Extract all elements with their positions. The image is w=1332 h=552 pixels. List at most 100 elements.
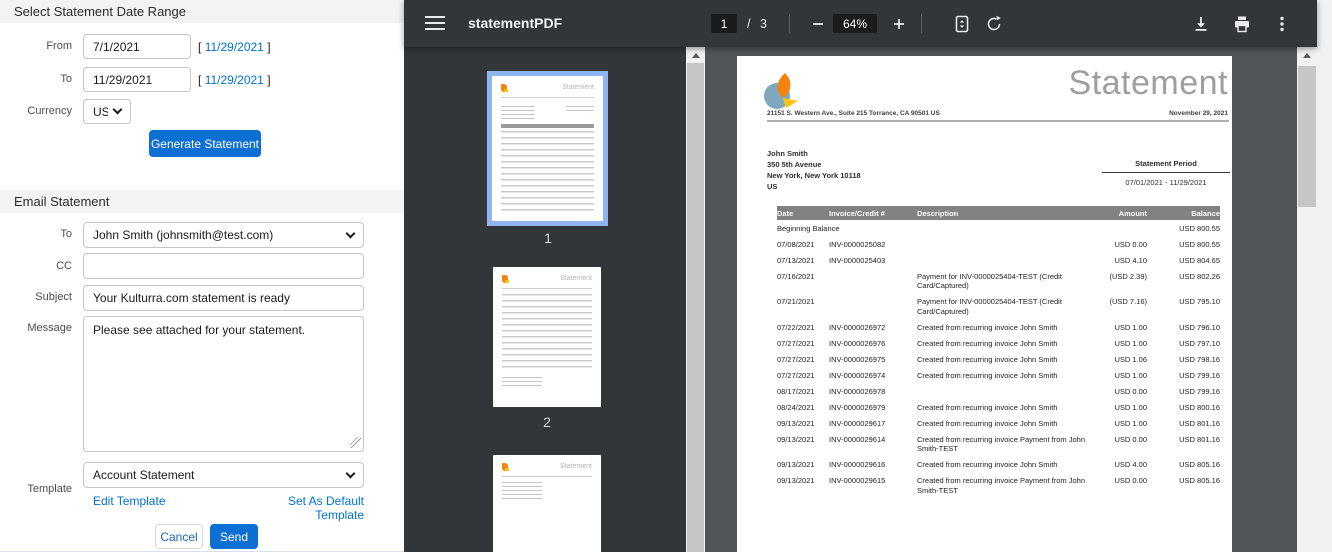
thumbnail-label-1: 1 — [544, 230, 552, 246]
subject-label: Subject — [35, 291, 72, 303]
email-section-header: Email Statement — [0, 190, 404, 213]
from-date-shortcut-link[interactable]: 11/29/2021 — [205, 40, 264, 54]
header-divider — [767, 120, 1229, 122]
zoom-out-button[interactable] — [806, 12, 830, 36]
menu-icon[interactable] — [425, 16, 445, 30]
mini-logo-icon — [502, 463, 509, 471]
download-icon[interactable] — [1189, 12, 1213, 36]
page-number-input[interactable]: 1 — [711, 14, 737, 33]
col-balance: Balance — [1147, 206, 1220, 220]
company-address: 21151 S. Western Ave., Suite 215 Torranc… — [767, 110, 940, 117]
document-area: 21151 S. Western Ave., Suite 215 Torranc… — [705, 47, 1297, 552]
scroll-up-arrow[interactable] — [686, 47, 705, 63]
pdf-toolbar: statementPDF 1 / 3 64% — [404, 0, 1317, 47]
statement-date: November 29, 2021 — [1169, 110, 1228, 117]
mini-statement-title: Statement — [562, 84, 594, 91]
print-icon[interactable] — [1230, 12, 1254, 36]
from-date-input[interactable] — [83, 34, 191, 59]
table-row: 07/22/2021 INV-0000026972 Created from rec… — [777, 322, 1220, 332]
window-edge-strip — [1317, 0, 1332, 552]
statement-period-label: Statement Period — [1102, 159, 1230, 173]
more-options-icon[interactable] — [1270, 12, 1294, 36]
currency-label: Currency — [27, 105, 72, 117]
table-row: 08/17/2021 INV-0000026978 USD 0.00 USD 799.… — [777, 386, 1220, 396]
company-logo — [764, 73, 798, 109]
col-date: Date — [777, 206, 829, 220]
thumbnail-page-3[interactable]: Statement — [493, 455, 601, 552]
scrollbar-thumb[interactable] — [687, 63, 704, 552]
pdf-viewer: statementPDF 1 / 3 64% Statement 1 State… — [404, 0, 1317, 552]
statement-form-panel: Select Statement Date Range From [ 11/29… — [0, 0, 404, 552]
date-range-section-header: Select Statement Date Range — [0, 0, 404, 23]
to-label: To — [60, 73, 72, 85]
statement-table: Date Invoice/Credit # Description Amount… — [777, 206, 1220, 498]
send-button[interactable]: Send — [210, 524, 258, 549]
chevron-down-icon — [112, 104, 123, 115]
table-row: 08/24/2021 INV-0000026979 Created from rec… — [777, 402, 1220, 412]
table-row: 07/21/2021 Payment for INV-0000025404-TES… — [777, 297, 1220, 316]
document-title: Statement — [1068, 64, 1228, 102]
mini-logo-icon — [502, 275, 509, 283]
cancel-button[interactable]: Cancel — [155, 524, 203, 549]
date-range-title: Select Statement Date Range — [14, 4, 186, 19]
mini-statement-title: Statement — [560, 463, 592, 470]
textarea-resize-handle[interactable] — [350, 437, 361, 448]
currency-select[interactable]: USD — [83, 99, 131, 124]
edit-template-link[interactable]: Edit Template — [93, 494, 166, 508]
table-row: 07/27/2021 INV-0000026975 Created from rec… — [777, 354, 1220, 364]
chevron-down-icon — [345, 228, 356, 238]
statement-period: Statement Period 07/01/2021 - 11/29/2021 — [1102, 159, 1230, 187]
to-date-shortcut: [ 11/29/2021 ] — [198, 73, 271, 87]
statement-table-rows: Beginning Balance USD 800.55 07/08/2021 INV… — [777, 220, 1220, 498]
statement-page: 21151 S. Western Ave., Suite 215 Torranc… — [737, 56, 1232, 552]
page-separator: / — [747, 17, 751, 31]
table-row: 07/16/2021 Payment for INV-0000025404-TES… — [777, 271, 1220, 291]
document-scrollbar — [1297, 47, 1317, 552]
thumbnail-page-1[interactable]: Statement — [487, 71, 608, 226]
zoom-in-button[interactable] — [887, 12, 911, 36]
from-date-shortcut: [ 11/29/2021 ] — [198, 40, 271, 54]
cc-input[interactable] — [83, 253, 364, 279]
table-row: 09/13/2021 INV-0000029614 Created from rec… — [777, 434, 1220, 454]
template-select[interactable]: Account Statement — [83, 462, 364, 488]
recipient-block: John Smith 350 5th Avenue New York, New … — [767, 149, 861, 191]
table-row: 07/08/2021 INV-0000025082 USD 0.00 USD 800.… — [777, 239, 1220, 249]
table-row: 07/27/2021 INV-0000026974 Created from rec… — [777, 370, 1220, 380]
table-row: 09/13/2021 INV-0000029615 Created from rec… — [777, 476, 1220, 495]
table-row: 07/13/2021 INV-0000025403 USD 4.10 USD 804.… — [777, 255, 1220, 265]
table-row: Beginning Balance USD 800.55 — [777, 223, 1220, 233]
statement-period-value: 07/01/2021 - 11/29/2021 — [1125, 178, 1207, 187]
from-label: From — [46, 40, 72, 52]
col-amount: Amount — [1085, 206, 1147, 220]
set-default-template-link[interactable]: Set As Default Template — [240, 494, 364, 522]
thumbnail-label-2: 2 — [543, 414, 551, 430]
rotate-button[interactable] — [982, 12, 1006, 36]
scroll-up-arrow[interactable] — [1297, 47, 1317, 64]
col-invoice: Invoice/Credit # — [829, 206, 917, 220]
table-row: 09/13/2021 INV-0000029616 Created from rec… — [777, 460, 1220, 469]
template-label: Template — [27, 483, 72, 495]
thumbnail-page-2[interactable]: Statement — [493, 267, 601, 407]
table-row: 07/27/2021 INV-0000026976 Created from rec… — [777, 338, 1220, 348]
generate-statement-button[interactable]: Generate Statement — [149, 130, 261, 157]
scrollbar-thumb[interactable] — [1298, 66, 1316, 207]
cc-label: CC — [56, 260, 72, 272]
chevron-down-icon — [345, 468, 356, 478]
to-date-shortcut-link[interactable]: 11/29/2021 — [205, 73, 264, 87]
mini-statement-title: Statement — [560, 275, 592, 282]
to-date-input[interactable] — [83, 67, 191, 92]
email-to-select[interactable]: John Smith (johnsmith@test.com) — [83, 222, 364, 248]
message-textarea[interactable]: Please see attached for your statement. — [83, 316, 364, 452]
thumbnail-sidebar: Statement 1 Statement 2 Statement — [404, 47, 705, 552]
fit-to-page-button[interactable] — [950, 12, 974, 36]
subject-input[interactable] — [83, 285, 364, 311]
thumbnail-scrollbar — [686, 47, 705, 552]
page-total: 3 — [760, 17, 767, 31]
table-header-row: Date Invoice/Credit # Description Amount… — [777, 206, 1220, 220]
table-row: 09/13/2021 INV-0000029617 Created from rec… — [777, 418, 1220, 428]
mini-logo-icon — [501, 84, 508, 92]
col-description: Description — [917, 206, 1085, 220]
message-label: Message — [27, 322, 72, 334]
pdf-title: statementPDF — [468, 15, 563, 31]
zoom-level-input[interactable]: 64% — [833, 14, 877, 33]
